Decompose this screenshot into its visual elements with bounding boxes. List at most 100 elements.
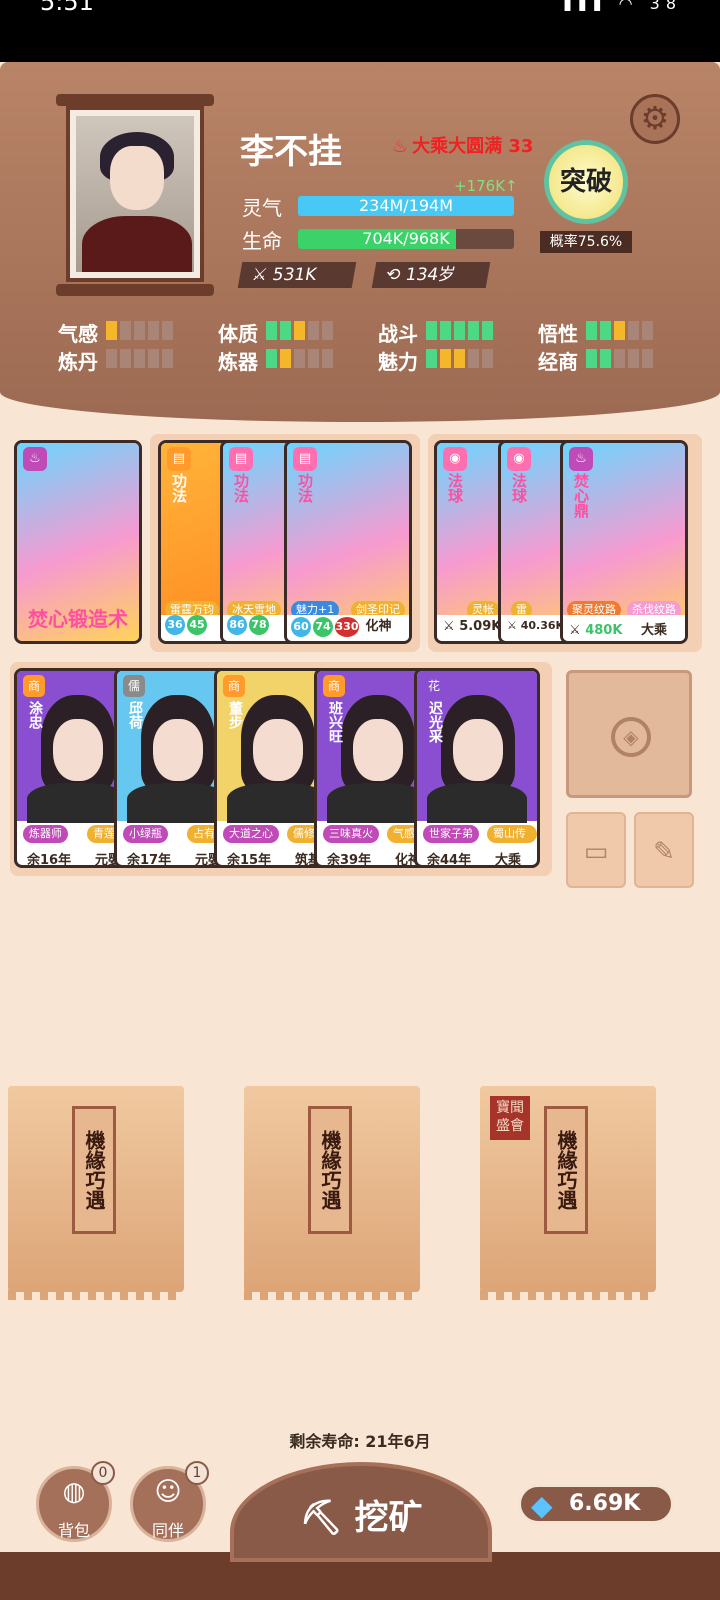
bag-label: 機緣巧遇 (72, 1106, 116, 1234)
gem-icon: ◆ (531, 1489, 553, 1522)
swords-icon: ⚔ (569, 623, 581, 638)
qi-bar: 234M/194M (298, 196, 514, 216)
gem-amount: 6.69K (569, 1491, 641, 1516)
backpack-label: 背包 (57, 1521, 90, 1540)
fortune-bag-3[interactable]: 寶聞盛會 機緣巧遇 (480, 1086, 656, 1300)
gongfa-type: 功法 (296, 473, 314, 503)
stat-dot: 36 (165, 615, 185, 635)
bag-stamp: 寶聞盛會 (490, 1096, 530, 1140)
companion-life: 余17年 (127, 853, 172, 868)
attribute-label: 体质 (218, 322, 258, 346)
gem-counter[interactable]: ◆ 6.69K (518, 1484, 674, 1524)
status-bar: 5:51 ▮▮▮ ◠ 38 (0, 0, 720, 62)
companion-name: 迟光采 (427, 701, 443, 743)
treasure-type: 法球 (510, 473, 528, 503)
skill-title: 焚心锻造术 (28, 607, 128, 631)
attribute-pips (586, 349, 653, 368)
power-pill: ⚔ 531K (237, 262, 357, 288)
mine-button[interactable]: ⛏ 挖矿 (230, 1462, 492, 1562)
treasure-power: 480K (585, 623, 623, 638)
hp-label: 生命 (242, 229, 282, 253)
gongfa-card-3[interactable]: ▤ 功法 魅力+1 剑圣印记 60 74 330 化神 (284, 440, 412, 644)
bag-label: 機緣巧遇 (544, 1106, 588, 1234)
faction-badge: 儒 (123, 675, 145, 697)
chest-icon: ▭ (583, 837, 609, 867)
stat-dot: 74 (313, 617, 333, 637)
attribute-label: 魅力 (378, 350, 418, 374)
backpack-button[interactable]: ◍ 背包 0 (36, 1461, 115, 1542)
status-time: 5:51 (40, 0, 94, 16)
companion-life: 余44年 (427, 853, 472, 868)
qi-label: 灵气 (242, 196, 282, 220)
fortune-bag-1[interactable]: 機緣巧遇 (8, 1086, 184, 1300)
age-value: 134岁 (403, 265, 457, 285)
scroll-icon: ▤ (229, 447, 253, 471)
partner-button[interactable]: ☺ 同伴 1 (130, 1461, 209, 1542)
attribute-label: 气感 (58, 322, 98, 346)
companion-trait: 蜀山传人 (487, 825, 537, 858)
stat-dot: 86 (227, 615, 247, 635)
realm-badge: ♨ 大乘大圆满 33 (392, 132, 533, 158)
backpack-count: 0 (91, 1461, 115, 1485)
companion-name: 涂忠 (27, 701, 43, 729)
status-icons: ▮▮▮ ◠ 38 (563, 0, 682, 13)
cauldron-icon: ♨ (569, 447, 593, 471)
faction-badge: 商 (23, 675, 45, 697)
gongfa-type: 功法 (232, 473, 250, 503)
partner-count: 1 (185, 1461, 209, 1485)
attribute-label: 经商 (538, 350, 578, 374)
attribute-pips (266, 321, 333, 340)
companion-name: 班兴旺 (327, 701, 343, 743)
stat-dot: 45 (187, 615, 207, 635)
attribute-pips (266, 349, 333, 368)
age-pill: ⟲ 134岁 (371, 262, 491, 288)
companion-trait: 三味真火 (323, 825, 379, 843)
fortune-bag-2[interactable]: 機緣巧遇 (244, 1086, 420, 1300)
gear-icon[interactable]: ⚙ (630, 94, 680, 144)
mine-label: 挖矿 (354, 1498, 423, 1538)
treasure-type: 法球 (446, 473, 464, 503)
shrine-button[interactable]: ◈ (566, 670, 692, 798)
coin-icon: ◈ (611, 717, 651, 757)
treasure-power: 5.09K (459, 619, 502, 634)
chest-button[interactable]: ▭ (566, 812, 626, 888)
gongfa-type: 功法 (170, 473, 188, 503)
scroll-button[interactable]: ✎ (634, 812, 694, 888)
realm-text: 大乘大圆满 33 (412, 136, 534, 157)
attribute-pips (586, 321, 653, 340)
scroll-rod-bottom (56, 284, 214, 296)
faction-badge: 花 (423, 675, 445, 697)
player-portrait[interactable] (66, 106, 204, 282)
break-probability: 概率75.6% (540, 231, 632, 253)
attribute-label: 炼丹 (58, 350, 98, 374)
companion-card[interactable]: 花迟光采 世家子弟 蜀山传人 余44年 大乘 (414, 668, 540, 868)
attribute-pips (106, 321, 173, 340)
scroll-icon: ▤ (167, 447, 191, 471)
treasure-type: 焚心鼎 (572, 473, 590, 518)
companion-rank: 大乘 (495, 853, 522, 868)
player-name: 李不挂 (240, 132, 342, 172)
skill-card[interactable]: ♨ 焚心锻造术 (14, 440, 142, 644)
attribute-pips (426, 321, 493, 340)
attribute-label: 悟性 (538, 322, 578, 346)
companion-life: 余15年 (227, 853, 272, 868)
pickaxe-icon: ⛏ (299, 1498, 343, 1538)
companion-name: 邱荷 (127, 701, 143, 729)
attribute-label: 炼器 (218, 350, 258, 374)
treasure-card-3[interactable]: ♨ 焚心鼎 聚灵纹路 杀伐纹路 ⚔ 480K 大乘 (560, 440, 688, 644)
attribute-label: 战斗 (378, 322, 418, 346)
companion-life: 余39年 (327, 853, 372, 868)
flame-icon: ♨ (23, 447, 47, 471)
companion-name: 董步 (227, 701, 243, 729)
faction-badge: 商 (223, 675, 245, 697)
attribute-pips (426, 349, 493, 368)
faction-badge: 商 (323, 675, 345, 697)
scroll-icon: ▤ (293, 447, 317, 471)
swords-icon: ⚔ (507, 619, 517, 632)
breakthrough-button[interactable]: 突破 (544, 140, 628, 224)
orb-icon: ◉ (507, 447, 531, 471)
hourglass-icon: ⟲ (384, 265, 403, 285)
attribute-pips (106, 349, 173, 368)
qi-value: 234M/194M (358, 196, 454, 215)
swords-icon: ⚔ (443, 619, 455, 634)
